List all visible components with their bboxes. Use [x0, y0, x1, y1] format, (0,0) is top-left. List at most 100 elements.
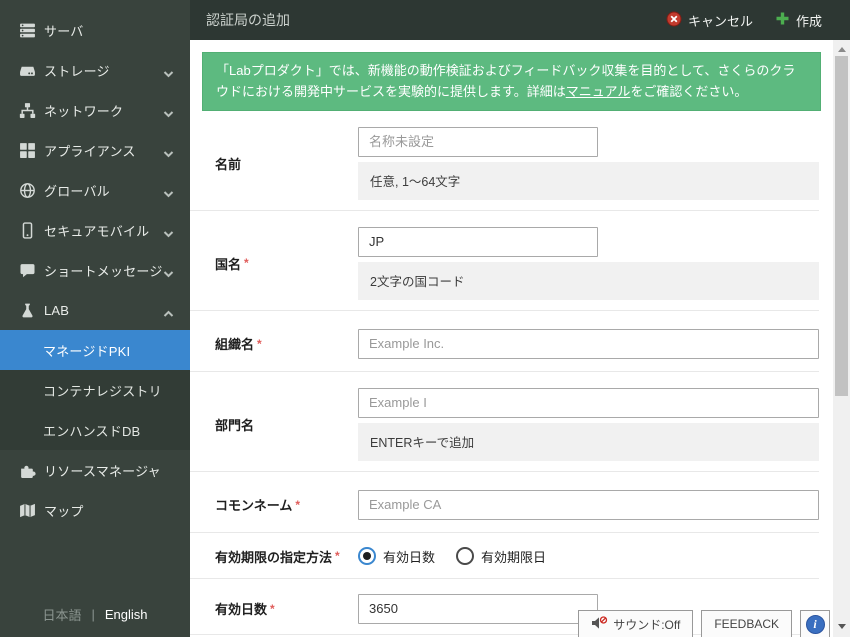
field-label-department: 部門名 [190, 388, 358, 461]
chevron-down-icon [163, 265, 174, 283]
field-label-common-name: コモンネーム * [190, 490, 358, 520]
form-row-country: 国名 * 2文字の国コード [190, 211, 819, 311]
sidebar-item-resource-manager[interactable]: リソースマネージャ [0, 450, 190, 490]
sidebar-item-managed-pki[interactable]: マネージドPKI [0, 330, 190, 370]
sidebar-item-label: コンテナレジストリ [43, 383, 162, 399]
common-name-input[interactable] [358, 489, 819, 520]
chevron-down-icon [163, 65, 174, 83]
flask-icon [18, 301, 36, 319]
form-row-common-name: コモンネーム * [190, 472, 819, 533]
sidebar-item-label: エンハンスドDB [43, 423, 141, 439]
field-label-text: コモンネーム [215, 498, 293, 514]
name-input[interactable] [358, 126, 598, 157]
form-row-name: 名前 任意, 1〜64文字 [190, 111, 819, 211]
field-label-valid-days: 有効日数 * [190, 594, 358, 624]
chevron-down-icon [163, 145, 174, 163]
radio-valid-days[interactable] [358, 547, 376, 566]
language-english[interactable]: English [105, 607, 148, 622]
sidebar-item-label: サーバ [44, 23, 84, 39]
form-row-organization: 組織名 * [190, 311, 819, 372]
create-label: 作成 [795, 13, 822, 29]
country-hint: 2文字の国コード [358, 261, 819, 300]
sidebar-item-storage[interactable]: ストレージ [0, 50, 190, 90]
puzzle-icon [18, 461, 36, 479]
chevron-down-icon [163, 225, 174, 243]
name-hint: 任意, 1〜64文字 [358, 161, 819, 200]
required-marker: * [335, 549, 340, 564]
cancel-label: キャンセル [687, 13, 753, 29]
radio-expiry-date-label[interactable]: 有効期限日 [481, 547, 546, 566]
sound-label: サウンド:Off [613, 617, 681, 632]
sidebar-item-label: マネージドPKI [43, 343, 131, 359]
vertical-scrollbar[interactable] [833, 40, 850, 637]
cancel-button[interactable]: キャンセル [666, 11, 753, 30]
sidebar-item-label: LAB [44, 302, 70, 318]
help-button[interactable]: i [800, 610, 830, 637]
sidebar-item-label: ネットワーク [44, 103, 124, 119]
field-label-text: 部門名 [215, 417, 255, 433]
sidebar-item-label: グローバル [44, 183, 110, 199]
scrollbar-thumb[interactable] [835, 56, 848, 396]
organization-input[interactable] [358, 328, 819, 359]
field-label-organization: 組織名 * [190, 329, 358, 359]
required-marker: * [244, 256, 249, 271]
scroll-down-arrow-icon[interactable] [833, 619, 850, 633]
field-label-expiry-method: 有効期限の指定方法 * [190, 547, 358, 566]
cancel-x-icon [666, 11, 682, 30]
globe-icon [18, 181, 36, 199]
sidebar-item-short-message[interactable]: ショートメッセージ [0, 250, 190, 290]
sidebar-item-lab[interactable]: LAB [0, 290, 190, 330]
valid-days-input[interactable] [358, 593, 598, 624]
field-label-text: 組織名 [215, 337, 255, 353]
feedback-label: FEEDBACK [714, 617, 779, 631]
radio-valid-days-label[interactable]: 有効日数 [383, 547, 435, 566]
sidebar-item-global[interactable]: グローバル [0, 170, 190, 210]
sound-toggle-button[interactable]: サウンド:Off [578, 610, 694, 637]
topbar: 認証局の追加 キャンセル 作成 [190, 0, 850, 40]
footer-toolbar: サウンド:Off FEEDBACK i [578, 610, 830, 637]
create-button[interactable]: 作成 [775, 11, 822, 30]
radio-expiry-date[interactable] [456, 547, 475, 566]
mobile-icon [18, 221, 36, 239]
field-label-text: 名前 [215, 156, 242, 172]
server-icon [18, 21, 36, 39]
language-japanese[interactable]: 日本語 [42, 605, 81, 624]
scroll-up-arrow-icon[interactable] [833, 42, 850, 56]
required-marker: * [270, 601, 275, 616]
sidebar-item-label: ショートメッセージ [44, 263, 163, 279]
sidebar-item-label: アプライアンス [44, 143, 136, 159]
info-icon: i [805, 614, 825, 634]
network-icon [18, 101, 36, 119]
appliance-icon [18, 141, 36, 159]
field-label-text: 有効期限の指定方法 [215, 549, 333, 565]
map-icon [18, 501, 36, 519]
required-marker: * [295, 497, 301, 512]
feedback-button[interactable]: FEEDBACK [701, 610, 792, 637]
sidebar-item-container-registry[interactable]: コンテナレジストリ [0, 370, 190, 410]
field-label-country: 国名 * [190, 227, 358, 300]
sidebar-item-server[interactable]: サーバ [0, 10, 190, 50]
field-label-name: 名前 [190, 127, 358, 200]
language-switcher: 日本語 | English [0, 605, 190, 624]
chevron-down-icon [163, 185, 174, 203]
sidebar-item-network[interactable]: ネットワーク [0, 90, 190, 130]
required-marker: * [257, 336, 262, 351]
country-input[interactable] [358, 226, 598, 257]
sidebar-item-map[interactable]: マップ [0, 490, 190, 530]
main-content: 「Labプロダクト」では、新機能の動作検証およびフィードバック収集を目的として、… [190, 40, 833, 637]
department-input[interactable] [358, 387, 819, 418]
sidebar-item-label: リソースマネージャ [44, 463, 161, 479]
message-icon [18, 261, 36, 279]
form-row-department: 部門名 ENTERキーで追加 [190, 372, 819, 472]
sidebar-item-appliance[interactable]: アプライアンス [0, 130, 190, 170]
sidebar-item-label: セキュアモバイル [44, 223, 150, 239]
sidebar-item-secure-mobile[interactable]: セキュアモバイル [0, 210, 190, 250]
sidebar: サーバ ストレージ ネットワーク アプライアンス グローバル セキュアモバイル … [0, 0, 190, 637]
notice-text-after: をご確認ください。 [630, 84, 748, 100]
manual-link[interactable]: マニュアル [566, 84, 631, 99]
chevron-down-icon [163, 105, 174, 123]
lab-notice-banner: 「Labプロダクト」では、新機能の動作検証およびフィードバック収集を目的として、… [202, 52, 821, 111]
chevron-up-icon [163, 305, 174, 323]
plus-icon [775, 11, 790, 29]
sidebar-item-enhanced-db[interactable]: エンハンスドDB [0, 410, 190, 450]
